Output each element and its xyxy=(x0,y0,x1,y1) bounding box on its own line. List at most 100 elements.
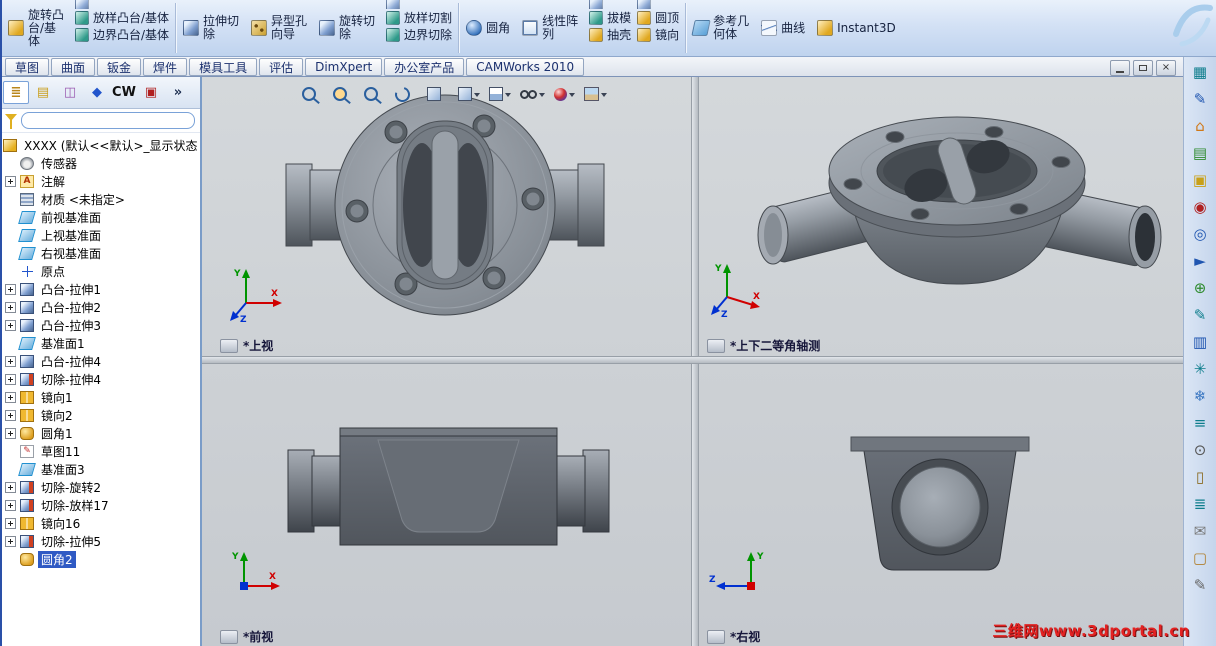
expand-icon[interactable] xyxy=(5,481,16,493)
tree-item[interactable]: 材质 <未指定> xyxy=(3,190,200,208)
viewport-bottom-left[interactable]: Y X *前视 xyxy=(202,364,691,646)
doc-icon[interactable]: ▯ xyxy=(1190,467,1210,487)
tree-item[interactable]: 凸台-拉伸4 xyxy=(3,352,200,370)
loft-cut-button[interactable]: 放样切割 xyxy=(386,9,452,26)
hole-wizard-button[interactable]: 异型孔向导 xyxy=(247,0,315,56)
tree-item[interactable]: 前视基准面 xyxy=(3,208,200,226)
expand-icon[interactable] xyxy=(5,517,16,529)
viewport-top-right[interactable]: Y X Z *上下二等角轴测 xyxy=(699,77,1183,356)
tree-item[interactable]: 右视基准面 xyxy=(3,244,200,262)
eye-icon[interactable]: ⊙ xyxy=(1190,440,1210,460)
ruler-icon[interactable]: ≡ xyxy=(1190,413,1210,433)
linear-pattern-button[interactable]: 线性阵列 xyxy=(518,0,586,56)
extrude-cut-button[interactable]: 拉伸切除 xyxy=(179,0,247,56)
tree-item[interactable]: 传感器 xyxy=(3,154,200,172)
expand-icon[interactable] xyxy=(5,373,16,385)
instant3d-button[interactable]: Instant3D xyxy=(813,0,900,56)
minimize-button[interactable] xyxy=(1110,60,1130,76)
expand-icon[interactable] xyxy=(5,535,16,547)
mirror-button[interactable]: 镜向 xyxy=(637,26,679,43)
loft-boss-button[interactable]: 放样凸台/基体 xyxy=(75,9,169,26)
horizontal-splitter[interactable] xyxy=(202,356,1183,364)
camworks-feature-tree-icon[interactable]: CW xyxy=(111,81,137,104)
ribbon-tab[interactable]: 钣金 xyxy=(97,58,142,76)
close-button[interactable]: × xyxy=(1156,60,1176,76)
layers-icon[interactable]: ≣ xyxy=(1190,494,1210,514)
tree-filter-input[interactable] xyxy=(21,112,195,129)
revolve-cut-button[interactable]: 旋转切除 xyxy=(315,0,383,56)
draft-button[interactable]: 拔模 xyxy=(589,9,631,26)
edit-appearance-icon[interactable] xyxy=(554,87,575,101)
edit-icon[interactable]: ✎ xyxy=(1190,575,1210,595)
tree-item[interactable]: 原点 xyxy=(3,262,200,280)
tree-item[interactable]: 圆角1 xyxy=(3,424,200,442)
appearances-icon[interactable]: ⊕ xyxy=(1190,278,1210,298)
revolve-boss-button[interactable]: 旋转凸台/基体 xyxy=(4,0,72,56)
graphics-area[interactable]: Y X Z *上视 Y X Z *上下二等角轴测 Y X *前视 Y Z *右视 xyxy=(202,77,1183,646)
view-orientation-icon[interactable] xyxy=(458,87,480,101)
design-library-icon[interactable]: ▤ xyxy=(1190,143,1210,163)
zoom-area-icon[interactable] xyxy=(333,87,355,101)
ribbon-tab[interactable]: 焊件 xyxy=(143,58,188,76)
ribbon-tab[interactable]: 模具工具 xyxy=(189,58,258,76)
tree-item[interactable]: 镜向2 xyxy=(3,406,200,424)
dome-button[interactable]: 圆顶 xyxy=(637,9,679,26)
pencil-icon[interactable]: ✎ xyxy=(1190,89,1210,109)
arrow-icon[interactable]: ► xyxy=(1190,251,1210,271)
scene-pencil-icon[interactable]: ✎ xyxy=(1190,305,1210,325)
hide-show-items-icon[interactable] xyxy=(520,89,545,100)
tree-item[interactable]: 切除-旋转2 xyxy=(3,478,200,496)
tree-item[interactable]: 基准面1 xyxy=(3,334,200,352)
snowflake-icon[interactable]: ❄ xyxy=(1190,386,1210,406)
tree-item[interactable]: 凸台-拉伸1 xyxy=(3,280,200,298)
expand-icon[interactable] xyxy=(5,175,16,187)
search-icon[interactable]: ◉ xyxy=(1190,197,1210,217)
expand-icon[interactable] xyxy=(5,355,16,367)
ribbon-tab[interactable]: 草图 xyxy=(5,58,50,76)
fillet-button[interactable]: 圆角 xyxy=(462,0,518,56)
featuremanager-tree-icon[interactable]: ≣ xyxy=(3,81,29,104)
ribbon-tab[interactable]: 办公室产品 xyxy=(384,58,465,76)
tree-item[interactable]: 上视基准面 xyxy=(3,226,200,244)
mail-icon[interactable]: ✉ xyxy=(1190,521,1210,541)
tree-item[interactable]: 切除-放样17 xyxy=(3,496,200,514)
model-isometric-view[interactable] xyxy=(699,77,1183,356)
section-view-icon[interactable] xyxy=(427,87,449,101)
shell-button[interactable]: 抽壳 xyxy=(589,26,631,43)
apply-scene-icon[interactable] xyxy=(584,87,607,101)
tree-item[interactable]: 草图11 xyxy=(3,442,200,460)
ribbon-tab[interactable]: 评估 xyxy=(259,58,304,76)
tree-item[interactable]: 切除-拉伸4 xyxy=(3,370,200,388)
tree-item[interactable]: 镜向1 xyxy=(3,388,200,406)
boundary-boss-button[interactable]: 边界凸台/基体 xyxy=(75,26,169,43)
ribbon-tab[interactable]: DimXpert xyxy=(305,58,383,76)
expand-icon[interactable] xyxy=(5,409,16,421)
tree-root-item[interactable]: XXXX (默认<<默认>_显示状态 xyxy=(3,136,200,154)
ribbon-tab[interactable]: 曲面 xyxy=(51,58,96,76)
tree-item[interactable]: 凸台-拉伸2 xyxy=(3,298,200,316)
tree-item[interactable]: 注解 xyxy=(3,172,200,190)
expand-icon[interactable] xyxy=(5,391,16,403)
propertymanager-icon[interactable]: ▤ xyxy=(30,81,56,104)
expand-icon[interactable] xyxy=(5,499,16,511)
reference-geometry-button[interactable]: 参考几何体 xyxy=(689,0,757,56)
asterisk-icon[interactable]: ✳ xyxy=(1190,359,1210,379)
viewport-bottom-right[interactable]: Y Z *右视 xyxy=(699,364,1183,646)
custom-properties-icon[interactable]: ▥ xyxy=(1190,332,1210,352)
tree-item[interactable]: 切除-拉伸5 xyxy=(3,532,200,550)
view-palette-icon[interactable]: ◎ xyxy=(1190,224,1210,244)
tree-item[interactable]: 凸台-拉伸3 xyxy=(3,316,200,334)
zoom-inout-icon[interactable] xyxy=(364,87,386,101)
tree-item[interactable]: 基准面3 xyxy=(3,460,200,478)
display-style-icon[interactable] xyxy=(489,87,511,101)
rotate-view-icon[interactable] xyxy=(392,83,418,105)
tree-item[interactable]: 镜向16 xyxy=(3,514,200,532)
tree-item[interactable]: 圆角2 xyxy=(3,550,200,568)
boundary-cut-button[interactable]: 边界切除 xyxy=(386,26,452,43)
camworks-operation-tree-icon[interactable]: ▣ xyxy=(138,81,164,104)
dimxpertmanager-icon[interactable]: ◆ xyxy=(84,81,110,104)
configurationmanager-icon[interactable]: ◫ xyxy=(57,81,83,104)
ribbon-tab[interactable]: CAMWorks 2010 xyxy=(466,58,585,76)
expand-icon[interactable] xyxy=(5,283,16,295)
file-explorer-icon[interactable]: ▣ xyxy=(1190,170,1210,190)
